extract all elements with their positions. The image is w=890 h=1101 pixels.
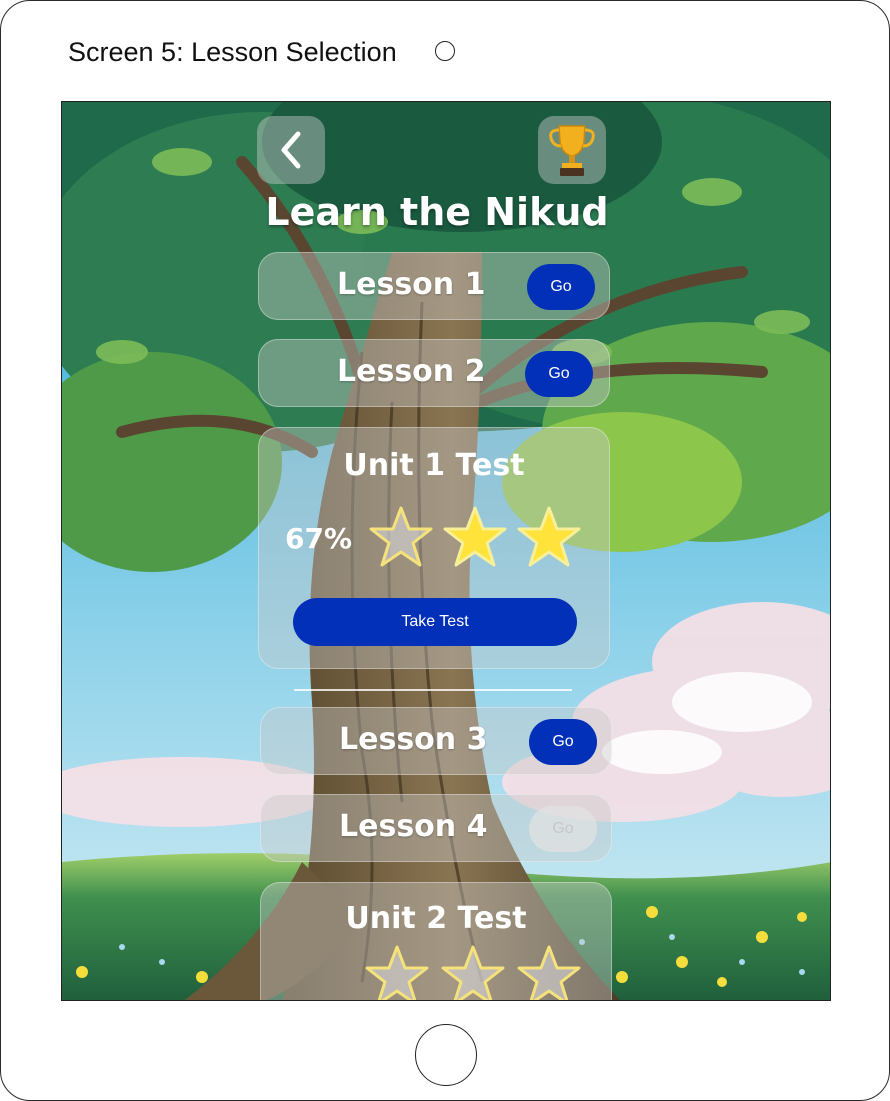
chevron-left-icon [281, 131, 301, 169]
star-empty-icon [517, 945, 581, 1000]
unit-test-title: Unit 2 Test [345, 901, 527, 936]
star-filled-icon [517, 506, 581, 567]
lesson-3-go-button[interactable]: Go [529, 719, 597, 765]
trophy-button[interactable] [538, 116, 606, 184]
test-score: 67% [285, 522, 353, 555]
trophy-icon [549, 125, 595, 176]
unit-test-card: Unit 1 Test 67% Take Test [258, 427, 610, 669]
wireframe-screen-title: Screen 5: Lesson Selection [68, 37, 397, 67]
star-filled-icon [443, 506, 507, 567]
lesson-label: Lesson 4 [339, 809, 488, 844]
lesson-label: Lesson 3 [339, 722, 488, 757]
app-screen: Learn the Nikud Lesson 1 Go Lesson 2 Go … [61, 101, 831, 1001]
lesson-1-go-button[interactable]: Go [527, 264, 595, 310]
back-button[interactable] [257, 116, 325, 184]
unit-test-card: Unit 2 Test [260, 882, 612, 1000]
star-empty-icon [369, 506, 433, 567]
home-button[interactable] [415, 1024, 477, 1086]
camera-icon [435, 41, 455, 61]
lesson-card: Lesson 4 Go [260, 794, 612, 862]
page-title: Learn the Nikud [265, 190, 609, 234]
lesson-label: Lesson 1 [337, 267, 486, 302]
tablet-frame: Screen 5: Lesson Selection Learn the Nik… [0, 0, 890, 1101]
divider [294, 689, 572, 691]
lesson-4-go-button[interactable]: Go [529, 806, 597, 852]
lesson-card: Lesson 2 Go [258, 339, 610, 407]
take-test-button[interactable]: Take Test [293, 598, 577, 646]
lesson-card: Lesson 3 Go [260, 707, 612, 775]
unit-test-title: Unit 1 Test [343, 448, 525, 483]
lesson-label: Lesson 2 [337, 354, 486, 389]
lesson-card: Lesson 1 Go [258, 252, 610, 320]
lesson-2-go-button[interactable]: Go [525, 351, 593, 397]
star-empty-icon [441, 945, 505, 1000]
star-empty-icon [365, 945, 429, 1000]
